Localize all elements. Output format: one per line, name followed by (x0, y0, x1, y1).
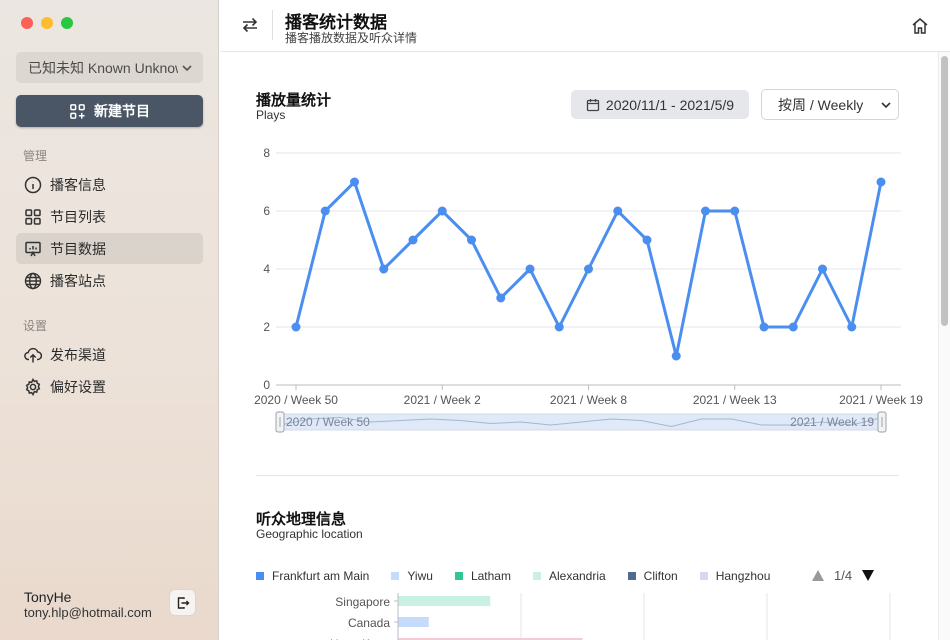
podcast-select-value: 已知未知 Known Unknowns (28, 59, 178, 76)
bar-category-label: Canada (348, 616, 390, 630)
window-controls (21, 17, 73, 29)
new-episode-button[interactable]: 新建节目 (16, 95, 203, 127)
sidebar-item-label: 节目列表 (50, 208, 106, 225)
user-name: TonyHe (24, 589, 72, 605)
scrollbar-thumb[interactable] (941, 56, 948, 326)
bar (398, 617, 429, 627)
sidebar-item-episode-list[interactable]: 节目列表 (16, 201, 203, 232)
grid-plus-icon (70, 103, 85, 119)
sidebar: 已知未知 Known Unknowns 新建节目 管理 播客信息 节目列表 节目… (0, 0, 219, 640)
swap-arrows-icon[interactable] (240, 15, 260, 35)
sidebar-item-publish-channels[interactable]: 发布渠道 (16, 339, 203, 370)
sidebar-item-label: 播客信息 (50, 176, 106, 193)
new-episode-label: 新建节目 (94, 103, 150, 119)
user-email: tony.hlp@hotmail.com (24, 605, 152, 620)
minimize-window-button[interactable] (41, 17, 53, 29)
page-subtitle: 播客播放数据及听众详情 (285, 31, 418, 45)
main-content: 播放量统计 Plays 2020/11/1 - 2021/5/9 按周 / We… (220, 52, 938, 640)
grid-icon (25, 208, 41, 225)
logout-button[interactable] (170, 590, 195, 615)
info-icon (24, 176, 42, 193)
globe-icon (24, 272, 42, 289)
vertical-scrollbar[interactable] (938, 52, 950, 640)
header: 播客统计数据 播客播放数据及听众详情 (220, 0, 950, 52)
bar-category-label: Singapore (335, 595, 390, 609)
geo-bar-chart: SingaporeCanadaHong Kong (330, 593, 891, 640)
zoom-window-button[interactable] (61, 17, 73, 29)
bar (398, 596, 491, 606)
chevron-down-icon (182, 64, 192, 71)
sidebar-item-label: 播客站点 (50, 272, 106, 289)
sidebar-item-label: 节目数据 (50, 240, 106, 257)
sidebar-item-podcast-info[interactable]: 播客信息 (16, 169, 203, 200)
sidebar-item-episode-data[interactable]: 节目数据 (16, 233, 203, 264)
header-divider (272, 10, 273, 40)
home-icon[interactable] (910, 16, 930, 36)
gear-icon (25, 377, 41, 396)
logout-icon (177, 596, 189, 609)
presentation-chart-icon (25, 241, 41, 256)
cloud-upload-icon (24, 347, 42, 362)
close-window-button[interactable] (21, 17, 33, 29)
section-label-manage: 管理 (23, 149, 48, 163)
sidebar-item-label: 发布渠道 (50, 346, 106, 363)
podcast-select[interactable]: 已知未知 Known Unknowns (16, 52, 203, 83)
sidebar-item-podcast-site[interactable]: 播客站点 (16, 265, 203, 296)
section-label-settings: 设置 (23, 319, 48, 333)
sidebar-item-preferences[interactable]: 偏好设置 (16, 371, 203, 402)
sidebar-item-label: 偏好设置 (50, 378, 106, 395)
